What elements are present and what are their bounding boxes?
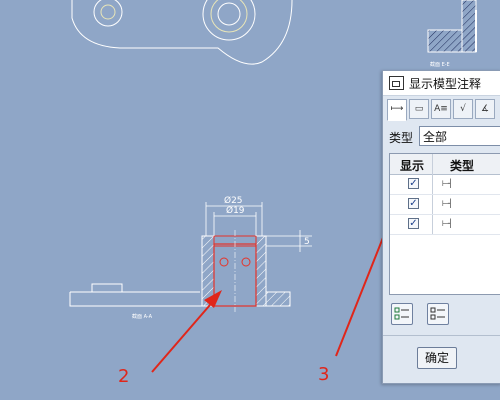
show-checkbox[interactable]: ✓ (408, 178, 419, 189)
dialog-divider (383, 335, 500, 336)
dimension-outer-diameter: Ø25 (224, 195, 243, 206)
list-item[interactable]: ✓ ⊢┤ (390, 175, 500, 195)
tab-surface-finish[interactable]: √ (453, 99, 473, 119)
column-header-show[interactable]: 显示 (400, 157, 424, 174)
list-item[interactable]: ✓ ⊢┤ (390, 215, 500, 235)
dialog-title: 显示模型注释 (409, 77, 482, 91)
right-section-part (427, 0, 477, 53)
dialog-title-bar[interactable]: 显示模型注释 (383, 71, 500, 96)
dimension-inner-diameter: Ø19 (226, 205, 245, 216)
annotation-label-2: 2 (118, 366, 130, 387)
top-view-part (71, 0, 293, 65)
dimension-depth: 5 (304, 237, 310, 247)
select-all-icon (394, 307, 409, 320)
annotation-list: 显示 类型 ✓ ⊢┤ ✓ ⊢┤ ✓ ⊢┤ (389, 153, 500, 295)
show-model-annotations-dialog: 显示模型注释 ⟼ ▭ A≡ √ ∡ 类型 全部 显示 类型 ✓ ⊢┤ ✓ ⊢┤ … (382, 70, 500, 384)
annotation-type-tabs: ⟼ ▭ A≡ √ ∡ (387, 99, 500, 121)
annotation-label-3: 3 (318, 364, 330, 385)
list-item[interactable]: ✓ ⊢┤ (390, 195, 500, 215)
section-label-right: 截面 E-E (430, 61, 450, 68)
deselect-all-icon (430, 307, 445, 320)
ok-button[interactable]: 确定 (417, 347, 457, 369)
dimension-type-icon: ⊢┤ (442, 199, 453, 208)
annotation-arrow-2 (151, 290, 222, 373)
type-dropdown[interactable]: 全部 (419, 126, 500, 146)
tab-notes[interactable]: A≡ (431, 99, 451, 119)
select-all-button[interactable] (391, 303, 413, 325)
tab-dimensions[interactable]: ⟼ (387, 99, 407, 121)
show-checkbox[interactable]: ✓ (408, 218, 419, 229)
dimension-type-icon: ⊢┤ (442, 179, 453, 188)
column-header-type[interactable]: 类型 (450, 157, 474, 174)
list-header: 显示 类型 (390, 154, 500, 175)
show-checkbox[interactable]: ✓ (408, 198, 419, 209)
dimension-type-icon: ⊢┤ (442, 219, 453, 228)
tab-geometric-tolerance[interactable]: ▭ (409, 99, 429, 119)
tab-symbols[interactable]: ∡ (475, 99, 495, 119)
deselect-all-button[interactable] (427, 303, 449, 325)
section-label: 截面 A-A (132, 313, 153, 320)
type-label: 类型 (389, 131, 414, 145)
section-view-aa (69, 230, 291, 312)
dialog-app-icon (389, 76, 404, 90)
